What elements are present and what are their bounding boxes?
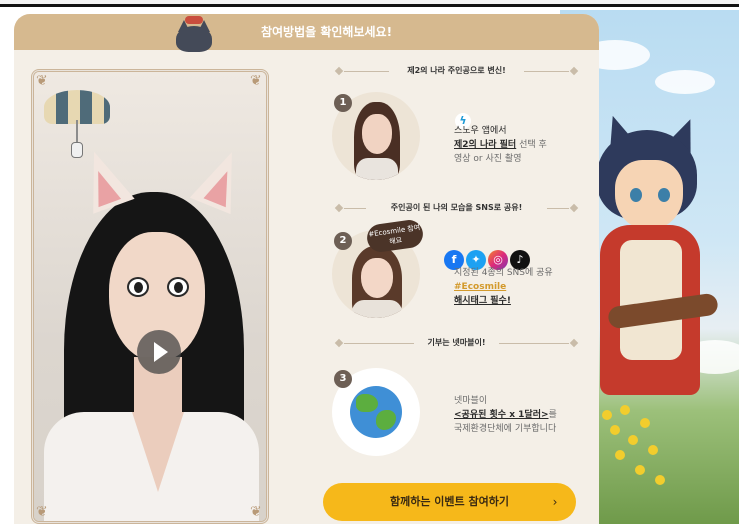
step2-description: 지정된 4종의 SNS에 공유 #Ecosmile 해시태그 필수!: [454, 268, 553, 306]
step3-number: 3: [334, 370, 352, 388]
participation-panel: 참여방법을 확인해보세요! ❦ ❦ ❦ ❦ 제2의 나라 주인공으로 변신! 1…: [14, 14, 599, 524]
section-divider-3: 기부는 넷마블이!: [334, 336, 579, 350]
browser-top-bar: [0, 0, 739, 7]
panel-header: 참여방법을 확인해보세요!: [14, 14, 599, 52]
chevron-right-icon: ›: [552, 495, 558, 509]
step1-number: 1: [334, 94, 352, 112]
earth-icon: [350, 386, 402, 438]
section-divider-2: 주인공이 된 나의 모습을 SNS로 공유!: [334, 201, 579, 215]
section-divider-1: 제2의 나라 주인공으로 변신!: [334, 64, 579, 78]
video-preview[interactable]: ❦ ❦ ❦ ❦: [31, 69, 269, 524]
step2-number: 2: [334, 232, 352, 250]
eye-left: [127, 277, 149, 297]
join-event-label: 함께하는 이벤트 참여하기: [390, 495, 509, 508]
step1-description: 스노우 앱에서 제2의 나라 필터 선택 후 영상 or 사진 촬영: [454, 126, 547, 164]
join-event-button[interactable]: 함께하는 이벤트 참여하기 ›: [323, 483, 576, 521]
step3-description: 넷마블이 <공유된 횟수 x 1달러>를 국제환경단체에 기부합니다: [454, 396, 557, 434]
ecosmile-sticker: #Ecosmile 참여해요: [365, 218, 425, 254]
eye-right: [167, 277, 189, 297]
panel-title: 참여방법을 확인해보세요!: [260, 25, 393, 39]
play-icon[interactable]: [137, 330, 181, 374]
